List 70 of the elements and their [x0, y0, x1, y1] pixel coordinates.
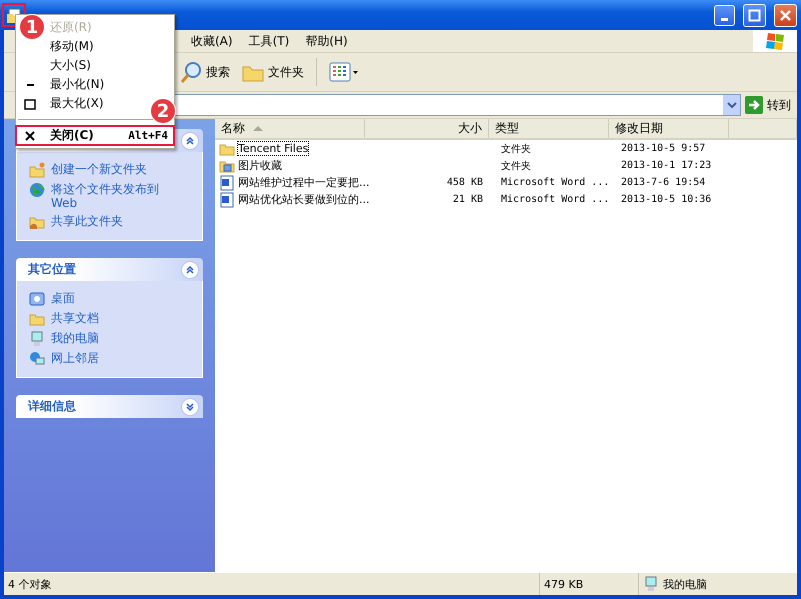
- close-icon: [779, 8, 792, 22]
- column-header[interactable]: 名称: [215, 119, 365, 138]
- panel-title: 其它位置: [28, 261, 76, 278]
- task-link[interactable]: 桌面: [29, 291, 192, 307]
- document-icon: [219, 174, 235, 190]
- search-icon: [180, 61, 202, 83]
- maximize-button[interactable]: [743, 4, 766, 26]
- sort-ascending-icon: [253, 125, 263, 132]
- column-header[interactable]: 类型: [489, 119, 609, 138]
- task-link[interactable]: 我的电脑: [29, 331, 192, 347]
- collapse-button[interactable]: [181, 132, 199, 150]
- menu-item[interactable]: 移动(M): [50, 37, 94, 56]
- minimize-button[interactable]: [714, 4, 735, 26]
- expand-button[interactable]: [181, 398, 199, 416]
- column-header[interactable]: 大小: [365, 119, 489, 138]
- maximize-icon: [748, 8, 761, 22]
- desktop-icon: [29, 291, 45, 307]
- file-name[interactable]: 网站维护过程中一定要把...: [237, 174, 370, 191]
- file-type: Microsoft Word ...: [500, 194, 610, 205]
- minimize-icon: [721, 18, 728, 20]
- menu-item[interactable]: 大小(S): [50, 56, 91, 75]
- panel-title: 详细信息: [28, 398, 76, 415]
- chevron-icon: [185, 135, 195, 146]
- globe-icon: [29, 182, 45, 198]
- close-button[interactable]: [774, 4, 797, 26]
- file-name[interactable]: 网站优化站长要做到位的...: [237, 191, 370, 208]
- document-icon: [219, 192, 235, 208]
- file-size: 21 KB: [452, 194, 484, 205]
- file-type: 文件夹: [500, 142, 532, 156]
- menu-item[interactable]: 帮助(H): [298, 30, 355, 52]
- menu-item[interactable]: 工具(T): [242, 30, 296, 52]
- chevron-icon: [185, 264, 195, 275]
- task-link[interactable]: 网上邻居: [29, 351, 192, 367]
- file-size: 458 KB: [446, 177, 484, 188]
- file-name[interactable]: 图片收藏: [237, 157, 283, 174]
- menu-item[interactable]: 关闭(C) Alt+F4: [50, 126, 168, 145]
- menu-item[interactable]: 收藏(A): [184, 30, 240, 52]
- dropdown-icon: [726, 100, 738, 110]
- menu-item[interactable]: 最大化(X): [50, 94, 104, 113]
- search-button[interactable]: 搜索: [176, 59, 234, 85]
- maximize-icon: [23, 96, 37, 110]
- task-link[interactable]: 将这个文件夹发布到 Web: [29, 182, 192, 210]
- address-field[interactable]: [174, 94, 741, 116]
- go-button[interactable]: 转到: [745, 96, 791, 114]
- file-type: Microsoft Word ...: [500, 177, 610, 188]
- new-folder-icon: [29, 162, 45, 178]
- file-type: 文件夹: [500, 160, 532, 172]
- column-header[interactable]: 修改日期: [609, 119, 729, 138]
- file-date: 2013-10-1 17:23: [620, 160, 712, 171]
- location-label: 我的电脑: [663, 576, 707, 592]
- computer-icon: [643, 576, 659, 592]
- collapse-button[interactable]: [181, 260, 199, 278]
- file-date: 2013-7-6 19:54: [620, 177, 706, 188]
- computer-icon: [29, 331, 45, 347]
- file-date: 2013-10-5 9:57: [620, 143, 706, 154]
- total-size: 479 KB: [539, 573, 638, 595]
- windows-flag-icon: [764, 30, 786, 52]
- chevron-icon: [185, 401, 195, 412]
- views-icon: [329, 61, 359, 83]
- close-icon: [23, 128, 37, 142]
- task-link[interactable]: 共享此文件夹: [29, 214, 192, 230]
- menu-item[interactable]: 最小化(N): [50, 75, 104, 94]
- minimize-icon: [26, 84, 34, 86]
- file-date: 2013-10-5 10:36: [620, 194, 712, 205]
- file-name[interactable]: Tencent Files: [237, 141, 310, 156]
- network-icon: [29, 351, 45, 367]
- task-link[interactable]: 共享文档: [29, 311, 192, 327]
- task-link[interactable]: 创建一个新文件夹: [29, 162, 192, 178]
- folders-button[interactable]: 文件夹: [238, 59, 308, 85]
- object-count: 4 个对象: [7, 576, 52, 592]
